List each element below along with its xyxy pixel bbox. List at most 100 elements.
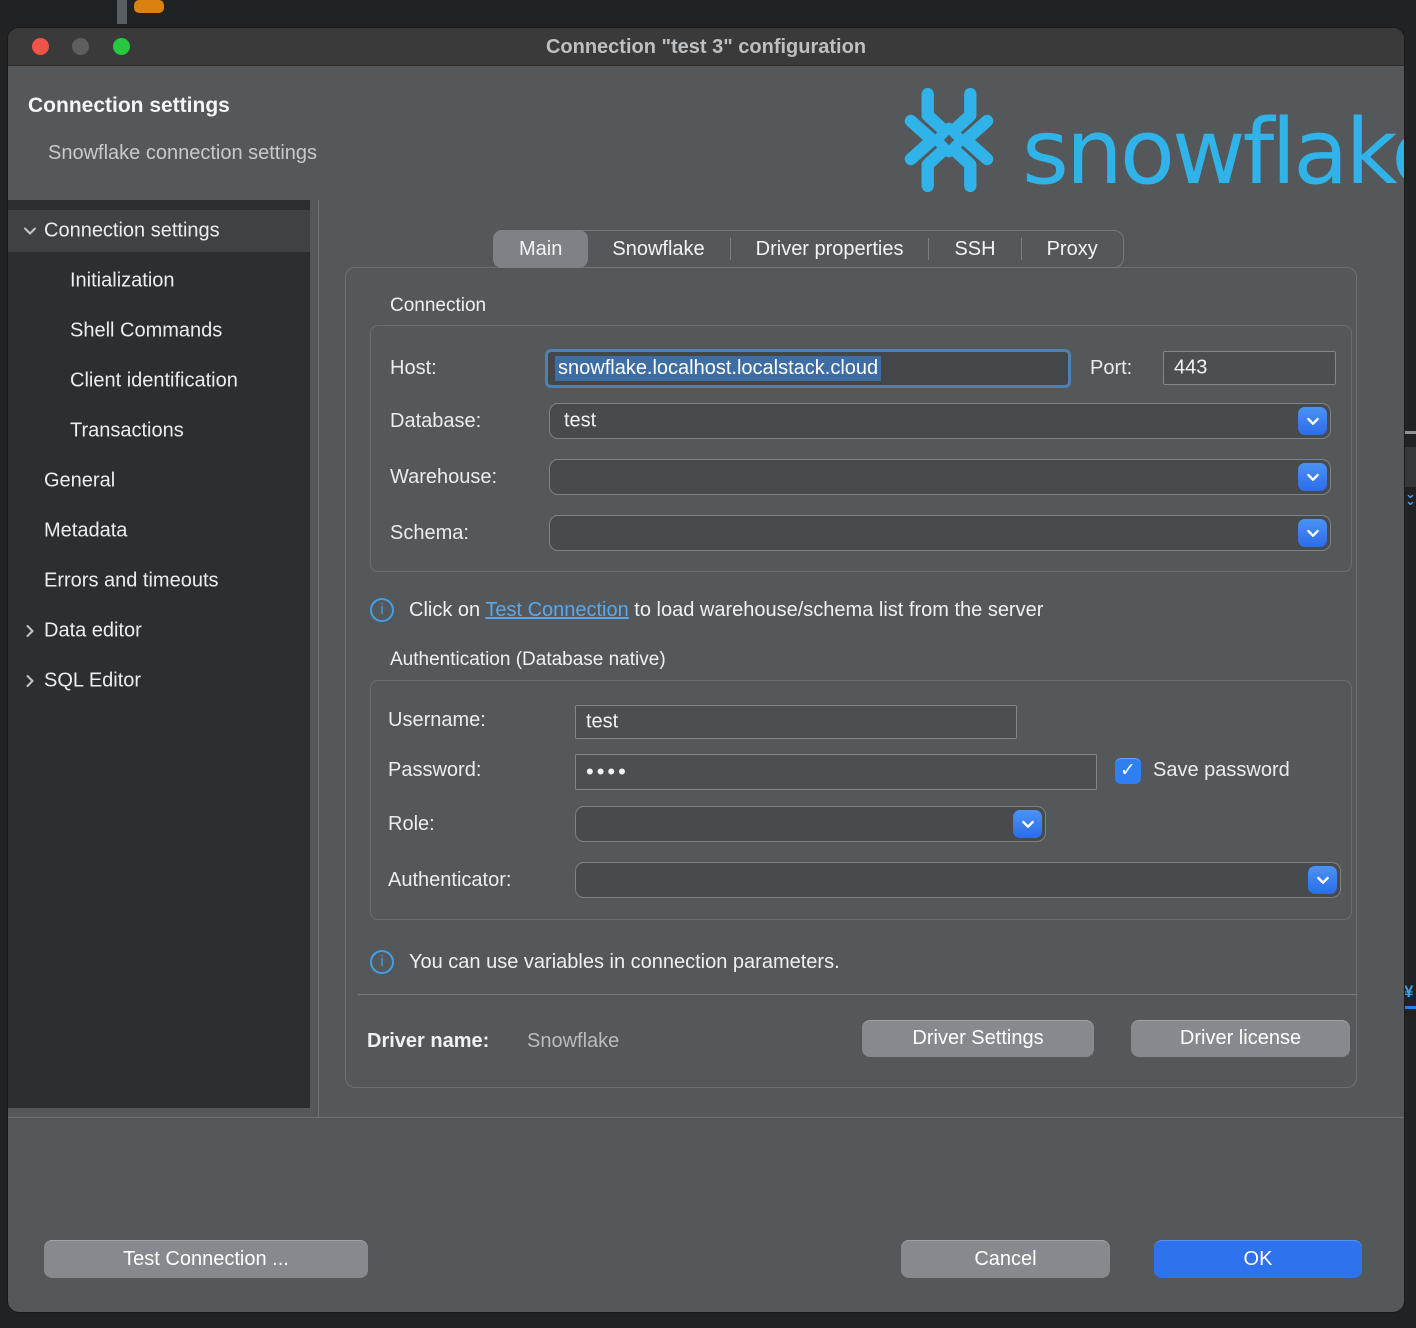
- screen: ⌄⌄ ¥ Connection "test 3" configuration C…: [0, 0, 1416, 1328]
- driver-name-value: Snowflake: [527, 1030, 619, 1053]
- tab-ssh[interactable]: SSH: [929, 231, 1020, 267]
- background-fragment: [1404, 1006, 1416, 1009]
- tab-snowflake[interactable]: Snowflake: [587, 231, 729, 267]
- info-suffix: to load warehouse/schema list from the s…: [629, 599, 1044, 621]
- schema-dropdown-button[interactable]: [1298, 519, 1327, 547]
- sidebar-item-data-editor[interactable]: Data editor: [8, 610, 310, 652]
- warehouse-dropdown-button[interactable]: [1298, 463, 1327, 491]
- schema-label: Schema:: [390, 522, 469, 545]
- tab-main[interactable]: Main: [493, 230, 588, 268]
- snowflake-wordmark: snowflake: [1022, 100, 1404, 205]
- warehouse-combo[interactable]: [549, 459, 1331, 495]
- chevron-down-icon: [1315, 872, 1331, 888]
- host-value: snowflake.localhost.localstack.cloud: [555, 356, 881, 381]
- driver-settings-button[interactable]: Driver Settings: [862, 1020, 1094, 1057]
- info-icon: i: [370, 950, 394, 974]
- sidebar-item-initialization[interactable]: Initialization: [8, 260, 310, 302]
- background-chevron-fragment: ⌄⌄: [1405, 490, 1416, 504]
- window-titlebar[interactable]: Connection "test 3" configuration: [8, 28, 1404, 66]
- username-label: Username:: [388, 709, 486, 732]
- database-value: test: [564, 410, 596, 433]
- sidebar-item-label: Transactions: [70, 420, 184, 443]
- database-label: Database:: [390, 410, 481, 433]
- info-banner: i Click on Test Connection to load wareh…: [370, 598, 1043, 622]
- chevron-right-icon: [20, 621, 40, 641]
- tab-bar: Main Snowflake Driver properties SSH Pro…: [493, 230, 1124, 268]
- chevron-right-icon: [20, 671, 40, 691]
- variables-note-text: You can use variables in connection para…: [409, 951, 840, 974]
- tab-proxy[interactable]: Proxy: [1022, 231, 1123, 267]
- chevron-down-icon: [1020, 816, 1036, 832]
- username-value: test: [586, 711, 618, 734]
- role-dropdown-button[interactable]: [1013, 810, 1042, 838]
- info-icon: i: [370, 598, 394, 622]
- sidebar-item-general[interactable]: General: [8, 460, 310, 502]
- host-label: Host:: [390, 357, 437, 380]
- database-combo[interactable]: test: [549, 403, 1331, 439]
- sidebar-item-sql-editor[interactable]: SQL Editor: [8, 660, 310, 702]
- connection-dialog: Connection "test 3" configuration Connec…: [8, 28, 1404, 1312]
- driver-license-button[interactable]: Driver license: [1131, 1020, 1350, 1057]
- sidebar-item-connection-settings[interactable]: Connection settings: [8, 210, 310, 252]
- authenticator-combo[interactable]: [575, 862, 1341, 898]
- background-toolbar-fragment: [117, 0, 127, 24]
- role-combo[interactable]: [575, 806, 1046, 842]
- chevron-down-icon: [1305, 413, 1321, 429]
- background-fragment: [1404, 447, 1416, 487]
- footer-divider: [8, 1117, 1404, 1118]
- sidebar-item-label: SQL Editor: [44, 670, 141, 693]
- test-connection-link[interactable]: Test Connection: [485, 599, 628, 621]
- port-value: 443: [1174, 357, 1207, 380]
- settings-tree: Connection settings Initialization Shell…: [8, 200, 310, 1108]
- password-value: ••••: [586, 759, 629, 785]
- info-prefix: Click on: [409, 599, 485, 621]
- background-blue-glyph: ¥: [1404, 982, 1416, 1002]
- sidebar-item-label: Metadata: [44, 520, 127, 543]
- database-dropdown-button[interactable]: [1298, 407, 1327, 435]
- port-input[interactable]: 443: [1163, 351, 1336, 385]
- test-connection-button[interactable]: Test Connection ...: [44, 1240, 368, 1278]
- sidebar-item-label: General: [44, 470, 115, 493]
- auth-group-title: Authentication (Database native): [390, 649, 666, 671]
- chevron-down-icon: [1305, 469, 1321, 485]
- password-input[interactable]: ••••: [575, 754, 1097, 790]
- page-subtitle: Snowflake connection settings: [48, 142, 317, 165]
- close-button[interactable]: [32, 38, 49, 55]
- tab-driver-properties[interactable]: Driver properties: [731, 231, 929, 267]
- authenticator-label: Authenticator:: [388, 869, 511, 892]
- sidebar-item-errors-and-timeouts[interactable]: Errors and timeouts: [8, 560, 310, 602]
- minimize-button[interactable]: [72, 38, 89, 55]
- authenticator-dropdown-button[interactable]: [1308, 866, 1337, 894]
- sidebar-item-shell-commands[interactable]: Shell Commands: [8, 310, 310, 352]
- schema-combo[interactable]: [549, 515, 1331, 551]
- sidebar-divider: [318, 200, 319, 1117]
- host-input[interactable]: snowflake.localhost.localstack.cloud: [545, 349, 1071, 388]
- background-fragment: [1405, 431, 1416, 434]
- connection-group-title: Connection: [390, 295, 486, 317]
- driver-name-label: Driver name:: [367, 1030, 489, 1053]
- sidebar-item-label: Shell Commands: [70, 320, 222, 343]
- info-text: Click on Test Connection to load warehou…: [409, 599, 1043, 622]
- ok-button[interactable]: OK: [1154, 1240, 1362, 1278]
- chevron-down-icon: [1305, 525, 1321, 541]
- save-password-checkbox[interactable]: ✓: [1115, 758, 1141, 784]
- username-input[interactable]: test: [575, 705, 1017, 739]
- background-orange-icon: [134, 0, 164, 13]
- page-title: Connection settings: [28, 94, 230, 118]
- snowflake-icon: [893, 84, 1005, 196]
- sidebar-item-label: Client identification: [70, 370, 238, 393]
- cancel-button[interactable]: Cancel: [901, 1240, 1110, 1278]
- maximize-button[interactable]: [113, 38, 130, 55]
- port-label: Port:: [1090, 357, 1132, 380]
- sidebar-item-transactions[interactable]: Transactions: [8, 410, 310, 452]
- sidebar-item-metadata[interactable]: Metadata: [8, 510, 310, 552]
- sidebar-item-label: Data editor: [44, 620, 142, 643]
- sidebar-item-client-identification[interactable]: Client identification: [8, 360, 310, 402]
- window-title: Connection "test 3" configuration: [8, 28, 1404, 66]
- sidebar-item-label: Errors and timeouts: [44, 570, 219, 593]
- sidebar-item-label: Connection settings: [44, 220, 220, 243]
- sidebar-item-label: Initialization: [70, 270, 175, 293]
- role-label: Role:: [388, 813, 435, 836]
- driver-divider: [358, 994, 1358, 995]
- chevron-down-icon: [20, 221, 40, 241]
